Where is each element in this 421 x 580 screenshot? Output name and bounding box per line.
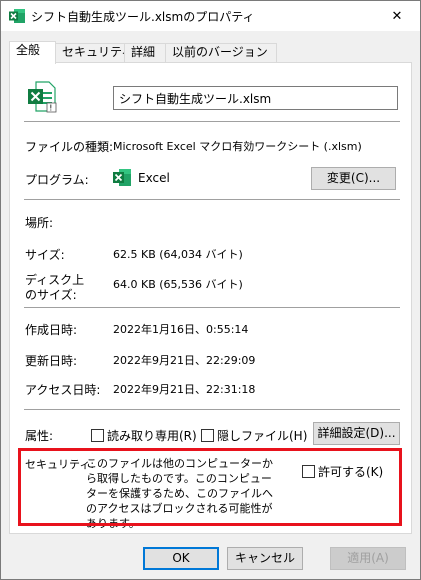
modified-value: 2022年9月21日、22:29:09 xyxy=(113,354,256,367)
tab-security[interactable]: セキュリティ xyxy=(55,43,133,62)
file-icon: ! xyxy=(27,81,57,113)
size-value: 62.5 KB (64,034 バイト) xyxy=(113,248,243,261)
close-icon: ✕ xyxy=(391,8,403,24)
excel-icon xyxy=(9,8,26,24)
size-label: サイズ: xyxy=(25,248,65,262)
general-panel: ! ファイルの種類: Microsoft Excel マクロ有効ワークシート (… xyxy=(9,62,412,534)
dialog-footer: OK キャンセル 適用(A) xyxy=(1,537,420,579)
title-bar[interactable]: シフト自動生成ツール.xlsmのプロパティ ✕ xyxy=(1,1,420,31)
readonly-checkbox-label: 読み取り専用(R) xyxy=(107,428,197,443)
close-button[interactable]: ✕ xyxy=(374,1,420,31)
excel-program-icon xyxy=(113,168,132,187)
program-value: Excel xyxy=(138,171,170,185)
created-label: 作成日時: xyxy=(25,323,78,337)
hidden-checkbox[interactable]: 隠しファイル(H) xyxy=(201,427,307,443)
divider xyxy=(24,409,400,410)
tab-general[interactable]: 全般 xyxy=(9,41,56,64)
security-highlight-frame xyxy=(18,448,402,526)
file-name-input[interactable] xyxy=(113,86,398,110)
file-type-label: ファイルの種類: xyxy=(25,140,114,154)
apply-button[interactable]: 適用(A) xyxy=(330,547,406,570)
modified-label: 更新日時: xyxy=(25,354,78,368)
file-type-value: Microsoft Excel マクロ有効ワークシート (.xlsm) xyxy=(113,140,362,153)
disk-size-label-line2: のサイズ: xyxy=(25,288,77,302)
divider xyxy=(24,199,400,200)
attributes-label: 属性: xyxy=(25,429,54,443)
properties-window: シフト自動生成ツール.xlsmのプロパティ ✕ 全般 セキュリティ 詳細 以前の… xyxy=(0,0,421,580)
disk-size-value: 64.0 KB (65,536 バイト) xyxy=(113,278,243,291)
accessed-value: 2022年9月21日、22:31:18 xyxy=(113,383,256,396)
accessed-label: アクセス日時: xyxy=(25,383,101,397)
tab-details[interactable]: 詳細 xyxy=(124,43,166,62)
change-program-button[interactable]: 変更(C)... xyxy=(311,167,396,190)
advanced-attributes-button[interactable]: 詳細設定(D)... xyxy=(313,422,400,445)
location-label: 場所: xyxy=(25,216,54,230)
divider xyxy=(24,121,400,122)
window-title: シフト自動生成ツール.xlsmのプロパティ xyxy=(31,10,255,24)
ok-button[interactable]: OK xyxy=(143,547,219,570)
readonly-checkbox[interactable]: 読み取り専用(R) xyxy=(91,427,197,443)
readonly-checkbox-box[interactable] xyxy=(91,428,104,442)
program-label: プログラム: xyxy=(25,173,89,187)
divider xyxy=(24,307,400,308)
cancel-button[interactable]: キャンセル xyxy=(227,547,303,570)
hidden-checkbox-box[interactable] xyxy=(201,428,214,442)
svg-text:!: ! xyxy=(49,104,52,113)
hidden-checkbox-label: 隠しファイル(H) xyxy=(217,428,308,443)
created-value: 2022年1月16日、0:55:14 xyxy=(113,323,249,336)
tab-previous-versions[interactable]: 以前のバージョン xyxy=(165,43,277,62)
